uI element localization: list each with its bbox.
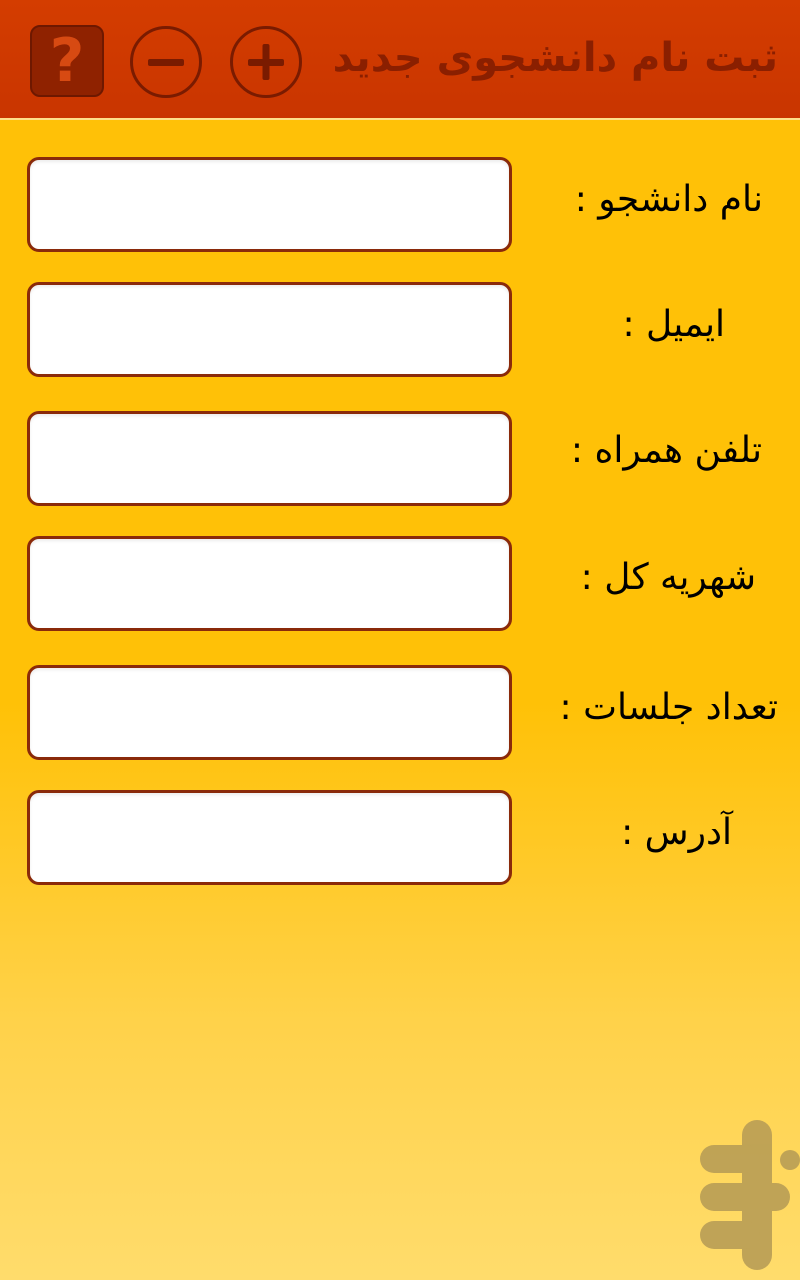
add-button[interactable]	[230, 26, 302, 98]
student-name-label: نام دانشجو :	[574, 179, 763, 220]
minus-icon	[148, 59, 184, 66]
bazaar-logo-icon	[700, 1120, 800, 1270]
total-tuition-input[interactable]	[27, 536, 512, 631]
session-count-label: تعداد جلسات :	[559, 687, 778, 728]
app-header: ? ثبت نام دانشجوی جدید	[0, 0, 800, 120]
mobile-phone-input[interactable]	[27, 411, 512, 506]
total-tuition-label: شهریه کل :	[580, 557, 756, 598]
email-input[interactable]	[27, 282, 512, 377]
address-input[interactable]	[27, 790, 512, 885]
plus-icon	[248, 44, 284, 80]
email-label: ایمیل :	[622, 304, 725, 345]
page-title: ثبت نام دانشجوی جدید	[332, 35, 778, 81]
question-mark-icon: ?	[49, 26, 85, 96]
help-button[interactable]: ?	[30, 25, 104, 97]
mobile-phone-label: تلفن همراه :	[570, 430, 762, 471]
student-name-input[interactable]	[27, 157, 512, 252]
address-label: آدرس :	[621, 812, 732, 853]
remove-button[interactable]	[130, 26, 202, 98]
session-count-input[interactable]	[27, 665, 512, 760]
